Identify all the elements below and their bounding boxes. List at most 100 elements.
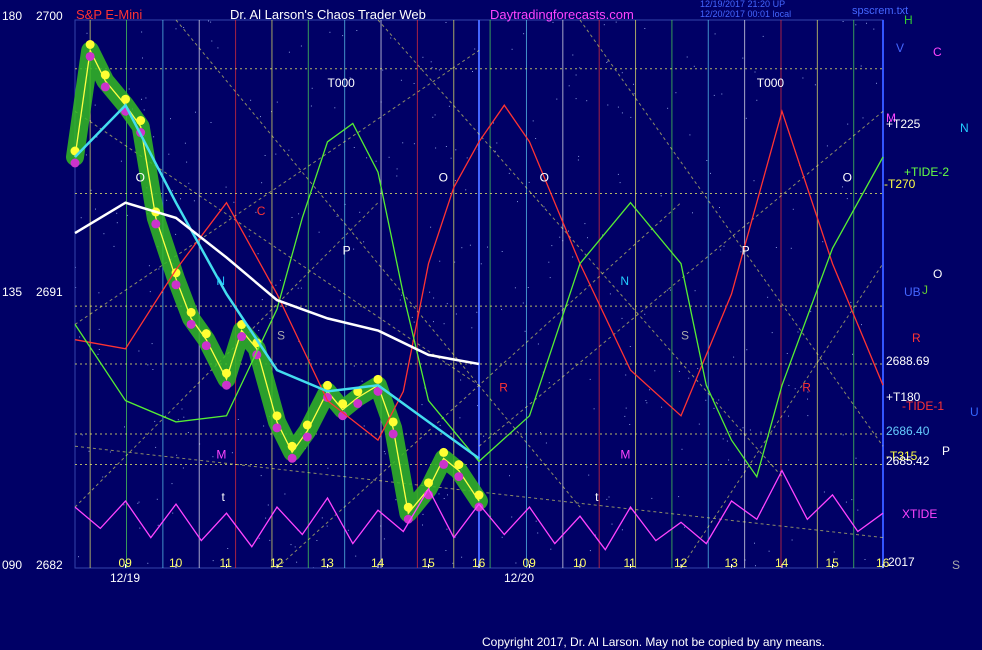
star-dot (401, 294, 403, 296)
star-dot (260, 475, 262, 477)
star-dot (876, 82, 877, 84)
star-dot (719, 207, 720, 208)
price-point-high (136, 116, 146, 126)
star-dot (528, 181, 530, 183)
annotation-o: O (136, 170, 145, 184)
star-dot (523, 33, 525, 35)
star-dot (284, 493, 286, 495)
star-dot (86, 32, 88, 34)
star-dot (180, 198, 181, 200)
star-dot (572, 256, 574, 258)
star-dot (469, 244, 471, 246)
right-label-h: H (904, 13, 913, 27)
star-dot (575, 74, 577, 76)
annotation-s: S (277, 329, 285, 343)
x-tick-label: 16 (472, 556, 486, 570)
star-dot (792, 208, 794, 210)
chart-title: Dr. Al Larson's Chaos Trader Web (230, 7, 426, 22)
star-dot (443, 323, 445, 325)
star-dot (79, 336, 81, 338)
star-dot (790, 247, 792, 249)
star-dot (754, 71, 756, 73)
star-dot (578, 155, 580, 157)
star-dot (786, 353, 788, 354)
timestamp-2: 12/20/2017 00:01 local (700, 9, 792, 19)
star-dot (771, 332, 773, 334)
x-tick-label: 11 (220, 556, 233, 570)
star-dot (606, 498, 608, 500)
star-dot (421, 404, 423, 406)
star-dot (629, 346, 631, 347)
star-dot (501, 308, 502, 310)
star-dot (826, 145, 828, 147)
star-dot (540, 432, 541, 433)
star-dot (850, 301, 852, 303)
right-label-xtide: XTIDE (902, 507, 938, 521)
star-dot (697, 368, 699, 370)
star-dot (476, 311, 478, 313)
star-dot (621, 317, 623, 319)
timestamp-1: 12/19/2017 21:20 UP (700, 0, 786, 9)
star-dot (493, 122, 494, 124)
star-dot (183, 416, 185, 418)
star-dot (667, 107, 669, 109)
star-dot (148, 265, 150, 267)
star-dot (621, 72, 623, 74)
star-dot (501, 251, 503, 252)
star-dot (608, 496, 610, 498)
star-dot (265, 517, 267, 519)
star-dot (102, 476, 104, 478)
star-dot (435, 147, 437, 149)
annotation-t000: T000 (328, 76, 356, 90)
star-dot (116, 222, 118, 224)
star-dot (155, 446, 157, 448)
star-dot (309, 359, 311, 361)
star-dot (217, 47, 219, 49)
star-dot (532, 120, 534, 122)
star-dot (318, 231, 320, 233)
star-dot (258, 329, 260, 331)
star-dot (619, 182, 621, 184)
star-dot (588, 474, 590, 476)
star-dot (545, 442, 547, 444)
star-dot (326, 525, 328, 527)
star-dot (814, 84, 816, 86)
price-point-high (424, 478, 433, 488)
star-dot (109, 451, 111, 453)
star-dot (170, 118, 171, 120)
star-dot (366, 157, 368, 159)
star-dot (375, 160, 377, 162)
star-dot (654, 370, 656, 372)
price-point-low (171, 280, 181, 290)
star-dot (184, 142, 186, 144)
star-dot (147, 364, 149, 366)
star-dot (422, 513, 424, 515)
x-tick-label: 10 (169, 556, 183, 570)
star-dot (142, 57, 143, 59)
star-dot (402, 142, 404, 144)
star-dot (723, 245, 725, 247)
star-dot (864, 559, 866, 560)
star-dot (606, 62, 608, 63)
star-dot (710, 172, 711, 174)
price-point-high (388, 417, 398, 427)
star-dot (413, 83, 415, 84)
annotation-n: N (216, 274, 225, 288)
price-point-low (100, 82, 110, 92)
star-dot (483, 435, 485, 437)
price-point-high (85, 39, 95, 49)
star-dot (94, 104, 96, 106)
star-dot (754, 542, 755, 544)
star-dot (537, 532, 539, 534)
price-point-high (186, 307, 196, 317)
star-dot (339, 299, 341, 301)
date-label-1: 12/19 (110, 571, 141, 585)
price-point-high (338, 399, 348, 409)
price-point-high (373, 374, 383, 384)
star-dot (257, 253, 259, 255)
star-dot (847, 123, 849, 125)
star-dot (633, 83, 634, 85)
site-link[interactable]: Daytradingforecasts.com (490, 8, 634, 21)
right-label-t225: +T225 (886, 117, 921, 131)
star-dot (866, 22, 867, 24)
